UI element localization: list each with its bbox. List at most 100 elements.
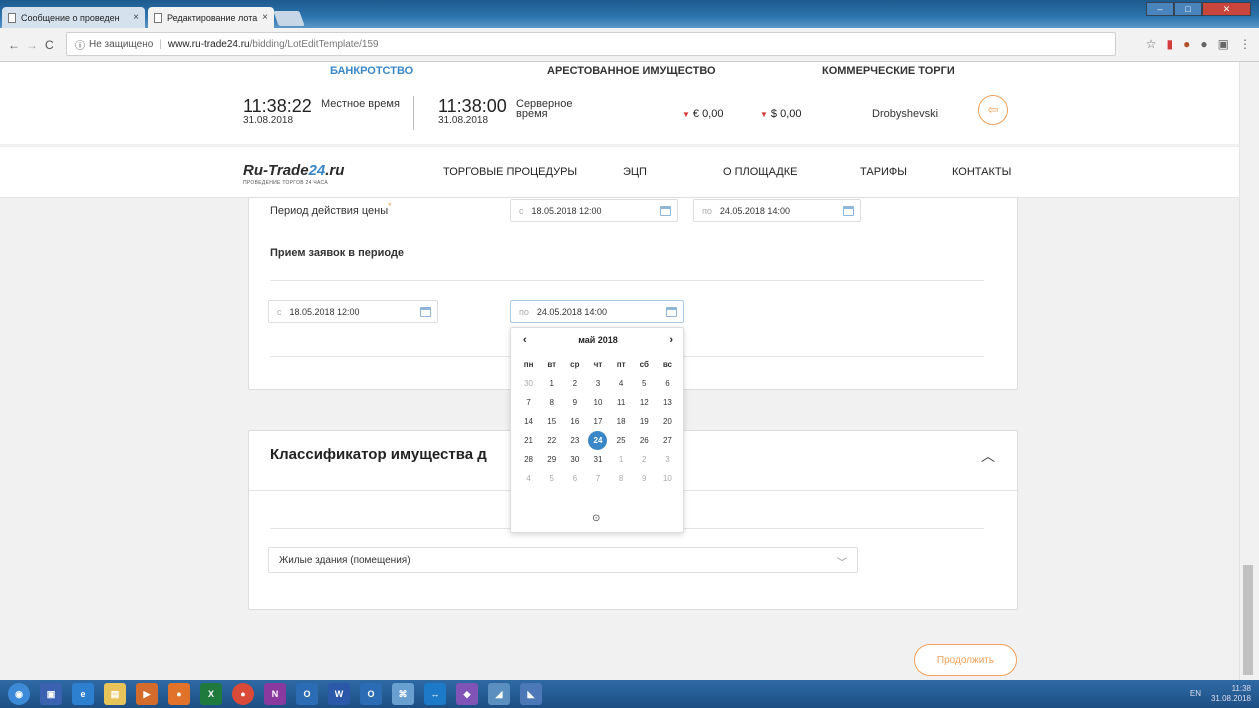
outlook-icon[interactable]: O (296, 683, 318, 705)
close-tab-icon[interactable]: × (262, 12, 268, 23)
visual-studio-icon[interactable]: ◆ (456, 683, 478, 705)
app-icon[interactable]: ◣ (520, 683, 542, 705)
calendar-day[interactable]: 22 (540, 431, 563, 450)
calendar-day[interactable]: 10 (656, 469, 679, 488)
tab-arrested-property[interactable]: АРЕСТОВАННОЕ ИМУЩЕСТВО (547, 65, 716, 77)
apps-period-to-input[interactable]: по 24.05.2018 14:00 (510, 300, 684, 323)
network-icon[interactable]: ⌘ (392, 683, 414, 705)
calendar-day[interactable]: 6 (563, 469, 586, 488)
extension-icon[interactable]: ● (1200, 37, 1207, 51)
calendar-day[interactable]: 30 (517, 374, 540, 393)
menu-tariffs[interactable]: ТАРИФЫ (860, 166, 907, 178)
calendar-day[interactable]: 3 (656, 450, 679, 469)
selected-day[interactable]: 24 (586, 431, 609, 450)
start-button-icon[interactable]: ◉ (8, 683, 30, 705)
media-icon[interactable]: ▶ (136, 683, 158, 705)
calendar-day[interactable]: 7 (517, 393, 540, 412)
calendar-day[interactable]: 20 (656, 412, 679, 431)
chrome-icon[interactable]: ● (232, 683, 254, 705)
tray-lang[interactable]: EN (1190, 689, 1201, 699)
calendar-day[interactable]: 19 (633, 412, 656, 431)
back-icon[interactable]: ← (8, 38, 20, 52)
scrollbar-thumb[interactable] (1243, 565, 1253, 675)
calendar-day[interactable]: 30 (563, 450, 586, 469)
word-icon[interactable]: W (328, 683, 350, 705)
calendar-icon[interactable] (660, 206, 671, 216)
menu-trade-procedures[interactable]: ТОРГОВЫЕ ПРОЦЕДУРЫ (443, 166, 577, 178)
calendar-day[interactable]: 4 (517, 469, 540, 488)
app-icon[interactable]: ◢ (488, 683, 510, 705)
calendar-icon[interactable] (843, 206, 854, 216)
firefox-icon[interactable]: ● (168, 683, 190, 705)
balance-usd[interactable]: ▼ $ 0,00 (760, 108, 802, 120)
calendar-day[interactable]: 3 (586, 374, 609, 393)
maximize-icon[interactable]: □ (1174, 2, 1203, 16)
calendar-day[interactable]: 13 (656, 393, 679, 412)
calendar-day[interactable]: 23 (563, 431, 586, 450)
url-input[interactable]: ⓘ Не защищено | www.ru-trade24.ru /biddi… (66, 32, 1116, 56)
calendar-day[interactable]: 29 (540, 450, 563, 469)
calendar-day[interactable]: 31 (586, 450, 609, 469)
calendar-day[interactable]: 9 (633, 469, 656, 488)
balance-eur[interactable]: ▼ € 0,00 (682, 108, 724, 120)
calendar-day[interactable]: 21 (517, 431, 540, 450)
new-tab-button[interactable] (273, 11, 305, 26)
folder-icon[interactable]: ▤ (104, 683, 126, 705)
price-period-from-input[interactable]: с 18.05.2018 12:00 (510, 199, 678, 222)
clock-icon[interactable]: ⊙ (592, 513, 600, 524)
calendar-day[interactable]: 9 (563, 393, 586, 412)
excel-icon[interactable]: X (200, 683, 222, 705)
browser-tab-lot-edit[interactable]: Редактирование лота × (148, 7, 274, 28)
menu-contacts[interactable]: КОНТАКТЫ (952, 166, 1011, 178)
calendar-day[interactable]: 5 (540, 469, 563, 488)
logout-icon[interactable]: ⇦ (978, 95, 1008, 125)
extension-icon[interactable]: ● (1183, 37, 1190, 51)
calendar-day[interactable]: 4 (610, 374, 633, 393)
tray-time[interactable]: 11:38 (1211, 684, 1251, 694)
tab-commercial-trades[interactable]: КОММЕРЧЕСКИЕ ТОРГИ (822, 65, 955, 77)
minimize-icon[interactable]: – (1146, 2, 1175, 16)
calendar-day[interactable]: 8 (540, 393, 563, 412)
classifier-select[interactable]: Жилые здания (помещения) ﹀ (268, 547, 858, 573)
calendar-day[interactable]: 2 (633, 450, 656, 469)
star-icon[interactable]: ☆ (1146, 37, 1157, 51)
calendar-day[interactable]: 15 (540, 412, 563, 431)
calendar-day[interactable]: 1 (610, 450, 633, 469)
forward-icon[interactable]: → (26, 38, 38, 52)
tab-bankruptcy[interactable]: БАНКРОТСТВО (330, 65, 413, 77)
menu-about[interactable]: О ПЛОЩАДКЕ (723, 166, 798, 178)
calendar-day[interactable]: 17 (586, 412, 609, 431)
menu-icon[interactable]: ⋮ (1239, 37, 1251, 51)
tray-date[interactable]: 31.08.2018 (1211, 694, 1251, 704)
calendar-day[interactable]: 16 (563, 412, 586, 431)
save-icon[interactable]: ▣ (40, 683, 62, 705)
extension-icon[interactable]: ▮ (1167, 37, 1174, 51)
calendar-day[interactable]: 12 (633, 393, 656, 412)
calendar-day[interactable]: 27 (656, 431, 679, 450)
calendar-day[interactable]: 1 (540, 374, 563, 393)
menu-eds[interactable]: ЭЦП (623, 166, 647, 178)
calendar-day[interactable]: 11 (610, 393, 633, 412)
calendar-icon[interactable] (420, 307, 431, 317)
teamviewer-icon[interactable]: ↔ (424, 683, 446, 705)
calendar-day[interactable]: 6 (656, 374, 679, 393)
calendar-icon[interactable] (666, 307, 677, 317)
calendar-day[interactable]: 7 (586, 469, 609, 488)
calendar-day[interactable]: 5 (633, 374, 656, 393)
user-name[interactable]: Drobyshevski (872, 108, 938, 120)
calendar-day[interactable]: 14 (517, 412, 540, 431)
outlook-icon[interactable]: O (360, 683, 382, 705)
close-window-icon[interactable]: ✕ (1202, 2, 1251, 16)
info-icon[interactable]: ⓘ (75, 37, 85, 52)
calendar-day[interactable]: 2 (563, 374, 586, 393)
price-period-to-input[interactable]: по 24.05.2018 14:00 (693, 199, 861, 222)
continue-button[interactable]: Продолжить (914, 644, 1017, 676)
chevron-up-icon[interactable]: ︿ (981, 446, 995, 466)
calendar-day[interactable]: 26 (633, 431, 656, 450)
apps-period-from-input[interactable]: с 18.05.2018 12:00 (268, 300, 438, 323)
browser-tab-message[interactable]: Сообщение о проведен × (2, 7, 145, 28)
chevron-right-icon[interactable]: › (669, 334, 673, 346)
calendar-day[interactable]: 8 (610, 469, 633, 488)
datepicker-month[interactable]: май 2018 (511, 335, 685, 345)
calendar-day[interactable]: 25 (610, 431, 633, 450)
